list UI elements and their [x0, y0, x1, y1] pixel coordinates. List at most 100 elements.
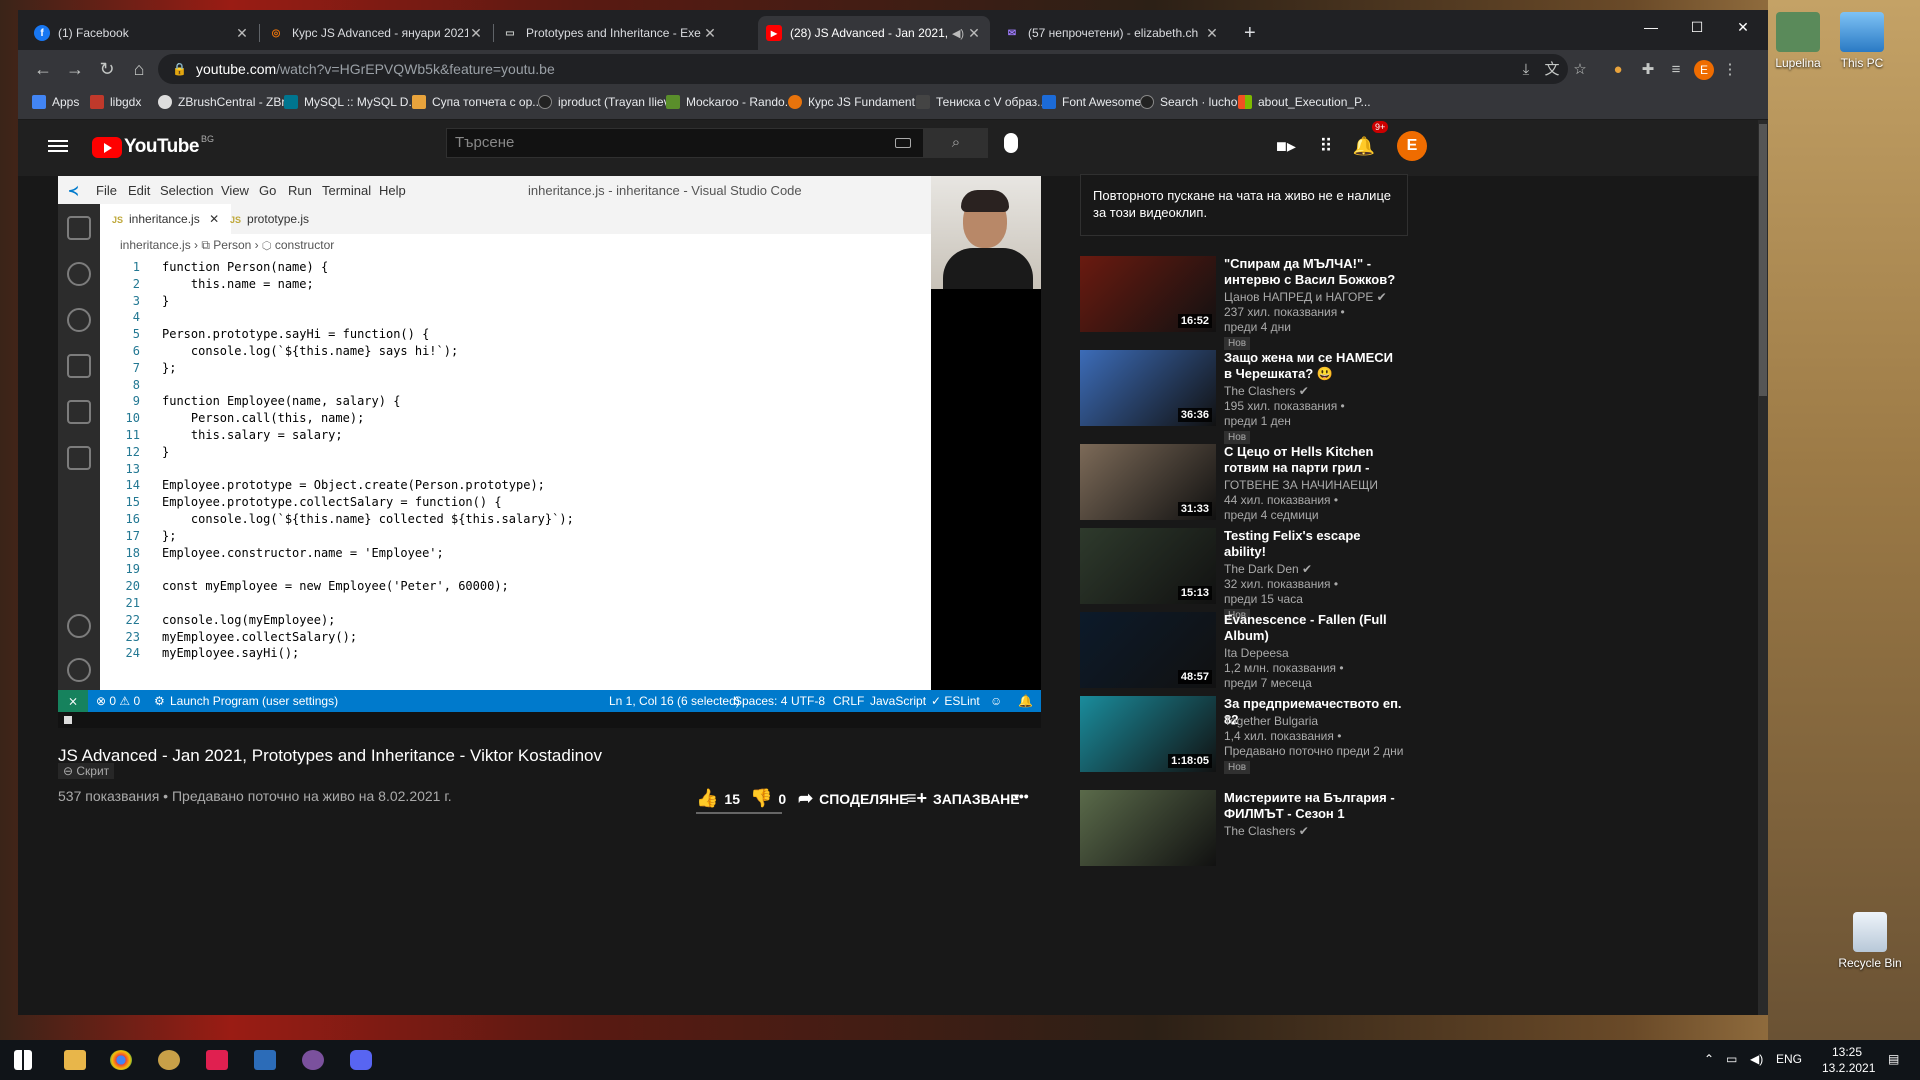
- bookmark-js-fundamentals[interactable]: Курс JS Fundament...: [788, 95, 925, 109]
- bookmark-soup[interactable]: Супа топчета с ор...: [412, 95, 542, 109]
- scrollbar-thumb[interactable]: [1759, 124, 1767, 396]
- video-thumbnail[interactable]: 48:57: [1080, 612, 1216, 688]
- star-icon[interactable]: ☆: [1570, 60, 1590, 80]
- recommended-title[interactable]: С Цецо от Hells Kitchen готвим на парти …: [1224, 444, 1404, 476]
- keyboard-icon[interactable]: [895, 138, 911, 148]
- video-thumbnail[interactable]: 16:52: [1080, 256, 1216, 332]
- recommended-video[interactable]: 48:57 Evanescence - Fallen (Full Album) It…: [1080, 612, 1440, 700]
- extension-cookie-icon[interactable]: ●: [1608, 60, 1628, 80]
- tab-softuni-course[interactable]: ◎ Курс JS Advanced - януари 2021 ✕: [260, 16, 492, 50]
- recommended-channel[interactable]: The Clashers ✔: [1224, 824, 1309, 838]
- profile-avatar[interactable]: E: [1694, 60, 1714, 80]
- account-avatar[interactable]: E: [1397, 131, 1427, 161]
- minimize-button[interactable]: —: [1628, 10, 1674, 44]
- tray-chevron-icon[interactable]: ⌃: [1704, 1052, 1714, 1066]
- bookmark-search-luchob[interactable]: Search · luchob: [1140, 95, 1244, 109]
- translate-icon[interactable]: 文: [1542, 60, 1562, 80]
- search-button[interactable]: ⌕: [924, 128, 988, 158]
- hamburger-menu-icon[interactable]: [48, 137, 68, 157]
- close-icon[interactable]: ✕: [1204, 25, 1220, 42]
- recommended-title[interactable]: Evanescence - Fallen (Full Album): [1224, 612, 1404, 644]
- recommended-channel[interactable]: ГОТВЕНЕ ЗА НАЧИНАЕЩИ: [1224, 478, 1378, 492]
- bookmark-mockaroo[interactable]: Mockaroo - Rando...: [666, 95, 795, 109]
- recommended-title[interactable]: Testing Felix's escape ability!: [1224, 528, 1404, 560]
- page-scrollbar[interactable]: [1758, 120, 1768, 1015]
- maximize-button[interactable]: ☐: [1674, 10, 1720, 44]
- chapters-icon[interactable]: [64, 716, 72, 724]
- speaker-icon[interactable]: ◀): [950, 27, 966, 40]
- reload-icon[interactable]: ↻: [96, 58, 118, 80]
- video-thumbnail[interactable]: 36:36: [1080, 350, 1216, 426]
- desktop-icon-recycle-bin[interactable]: Recycle Bin: [1830, 912, 1910, 970]
- bookmark-tshirt[interactable]: Тениска с V образ...: [916, 95, 1047, 109]
- tab-facebook[interactable]: f (1) Facebook ✕: [26, 16, 258, 50]
- video-thumbnail[interactable]: 1:18:05: [1080, 696, 1216, 772]
- install-icon[interactable]: ⤓: [1516, 60, 1536, 80]
- menu-icon[interactable]: ⋮: [1720, 60, 1740, 80]
- pinned-app-icon[interactable]: [254, 1050, 276, 1070]
- chrome-icon[interactable]: [110, 1050, 132, 1070]
- close-icon[interactable]: ✕: [468, 25, 484, 42]
- tab-youtube-video[interactable]: ▶ (28) JS Advanced - Jan 2021, ◀) ✕: [758, 16, 990, 50]
- recommended-video[interactable]: 15:13 Testing Felix's escape ability! The …: [1080, 528, 1440, 622]
- close-icon[interactable]: ✕: [234, 25, 250, 42]
- recommended-channel[interactable]: The Dark Den ✔: [1224, 562, 1312, 576]
- address-bar[interactable]: 🔒 youtube.com/watch?v=HGrEPVQWb5k&feature…: [158, 54, 1568, 84]
- recommended-video[interactable]: 31:33 С Цецо от Hells Kitchen готвим на п…: [1080, 444, 1440, 532]
- close-icon[interactable]: ✕: [966, 25, 982, 42]
- file-explorer-icon[interactable]: [64, 1050, 86, 1070]
- recommended-title[interactable]: Мистериите на България - ФИЛМЪТ - Сезон …: [1224, 790, 1404, 822]
- recommended-video[interactable]: 36:36 Защо жена ми се НАМЕСИ в Черешката?…: [1080, 350, 1440, 444]
- desktop-icon-this-pc[interactable]: This PC: [1822, 12, 1902, 70]
- tab-prototypes-exercise[interactable]: ▭ Prototypes and Inheritance - Exe ✕: [494, 16, 726, 50]
- apps-grid-icon[interactable]: ⠿: [1314, 136, 1338, 157]
- search-input[interactable]: Търсене: [446, 128, 924, 158]
- extensions-icon[interactable]: ✚: [1638, 60, 1658, 80]
- network-icon[interactable]: ▭: [1726, 1052, 1737, 1066]
- create-video-icon[interactable]: ■▸: [1274, 136, 1298, 157]
- player-controls[interactable]: [58, 712, 1041, 728]
- recommended-video[interactable]: 1:18:05 За предприемачеството еп. 82 Toget…: [1080, 696, 1440, 784]
- bookmark-zbrush[interactable]: ZBrushCentral - ZBr...: [158, 95, 295, 109]
- recommended-channel[interactable]: Together Bulgaria: [1224, 714, 1318, 728]
- video-thumbnail[interactable]: 31:33: [1080, 444, 1216, 520]
- recommended-channel[interactable]: Цанов НАПРЕД и НАГОРЕ ✔: [1224, 290, 1387, 304]
- tab-yahoo-mail[interactable]: ✉ (57 непрочетени) - elizabeth.ch ✕: [996, 16, 1228, 50]
- recommended-video[interactable]: Мистериите на България - ФИЛМЪТ - Сезон …: [1080, 790, 1440, 878]
- volume-icon[interactable]: ◀): [1750, 1052, 1763, 1066]
- microphone-icon[interactable]: [1004, 133, 1018, 153]
- recommended-video[interactable]: 16:52 "Спирам да МЪЛЧА!" - интервю с Васи…: [1080, 256, 1440, 350]
- video-thumbnail[interactable]: [1080, 790, 1216, 866]
- youtube-logo[interactable]: YouTube BG: [92, 134, 214, 158]
- more-actions-button[interactable]: •••: [1014, 788, 1029, 804]
- recommended-channel[interactable]: The Clashers ✔: [1224, 384, 1309, 398]
- video-thumbnail[interactable]: 15:13: [1080, 528, 1216, 604]
- bookmark-apps[interactable]: Apps: [32, 95, 79, 109]
- windows-start-icon[interactable]: [14, 1050, 32, 1070]
- bookmark-libgdx[interactable]: libgdx: [90, 95, 141, 109]
- intellij-icon[interactable]: [206, 1050, 228, 1070]
- close-window-button[interactable]: ✕: [1720, 10, 1766, 44]
- video-player[interactable]: ≺ File Edit Selection View Go Run Termin…: [58, 176, 1041, 728]
- forward-icon[interactable]: →: [64, 58, 86, 80]
- pinned-app-icon[interactable]: [158, 1050, 180, 1070]
- back-icon[interactable]: ←: [32, 58, 54, 80]
- dislike-button[interactable]: 👎 0: [750, 788, 786, 809]
- viber-icon[interactable]: [302, 1050, 324, 1070]
- keyboard-language[interactable]: ENG: [1776, 1052, 1802, 1066]
- save-button[interactable]: ≡+ ЗАПАЗВАНЕ: [906, 788, 1020, 809]
- close-icon[interactable]: ✕: [702, 25, 718, 42]
- bookmark-mysql[interactable]: MySQL :: MySQL D...: [284, 95, 418, 109]
- bookmark-font-awesome[interactable]: Font Awesome: [1042, 95, 1141, 109]
- notifications-bell-icon[interactable]: 🔔: [1352, 136, 1376, 157]
- notifications-icon[interactable]: ▤: [1888, 1052, 1899, 1066]
- like-button[interactable]: 👍 15: [696, 788, 740, 809]
- bookmark-iproduct[interactable]: iproduct (Trayan Iliev): [538, 95, 674, 109]
- new-tab-button[interactable]: +: [1236, 16, 1266, 50]
- share-button[interactable]: ➦ СПОДЕЛЯНЕ: [798, 788, 909, 809]
- home-icon[interactable]: ⌂: [128, 58, 150, 80]
- discord-icon[interactable]: [350, 1050, 372, 1070]
- bookmark-about-execution[interactable]: about_Execution_P...: [1238, 95, 1371, 109]
- recommended-channel[interactable]: Ita Depeesa: [1224, 646, 1289, 660]
- recommended-title[interactable]: Защо жена ми се НАМЕСИ в Черешката? 😃 РЕ…: [1224, 350, 1404, 382]
